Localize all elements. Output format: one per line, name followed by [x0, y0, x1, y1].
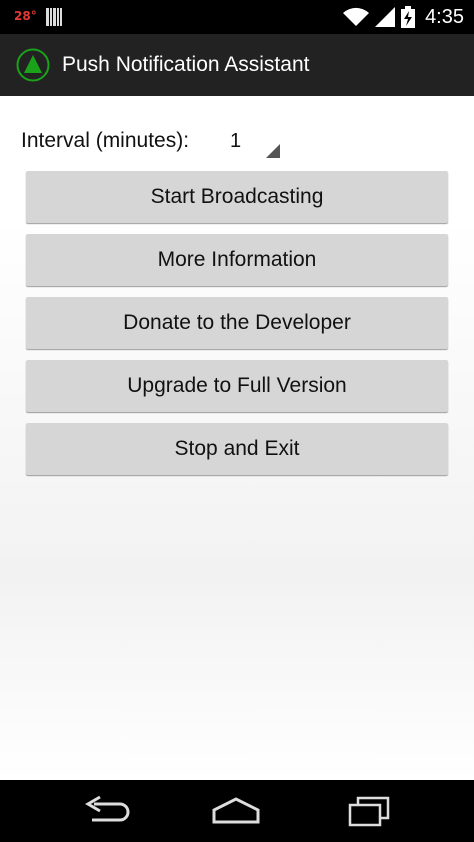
wifi-icon: [343, 7, 370, 26]
back-icon[interactable]: [80, 794, 132, 828]
status-bar: 28° 4:35: [0, 0, 474, 34]
barcode-notification-icon: [46, 8, 62, 26]
upgrade-button[interactable]: Upgrade to Full Version: [26, 360, 448, 412]
donate-button[interactable]: Donate to the Developer: [26, 297, 448, 349]
recents-icon[interactable]: [342, 794, 394, 828]
navigation-bar: [0, 780, 474, 842]
app-logo-icon[interactable]: [16, 48, 50, 82]
action-bar: Push Notification Assistant: [0, 34, 474, 97]
interval-value: 1: [230, 130, 242, 152]
main-content: Interval (minutes): 1 Start Broadcasting…: [0, 96, 474, 780]
spinner-dropdown-icon: [266, 144, 280, 158]
stop-and-exit-button[interactable]: Stop and Exit: [26, 423, 448, 475]
battery-charging-icon: [401, 6, 416, 28]
start-broadcasting-button[interactable]: Start Broadcasting: [26, 171, 448, 223]
more-information-button[interactable]: More Information: [26, 234, 448, 286]
clock: 4:35: [425, 5, 464, 28]
signal-icon: [375, 7, 396, 27]
app-title: Push Notification Assistant: [62, 53, 310, 76]
status-icons: 4:35: [343, 0, 464, 34]
interval-spinner[interactable]: 1: [220, 122, 280, 160]
interval-label: Interval (minutes):: [21, 129, 190, 152]
home-icon[interactable]: [210, 794, 262, 828]
temperature-indicator: 28°: [14, 9, 37, 23]
